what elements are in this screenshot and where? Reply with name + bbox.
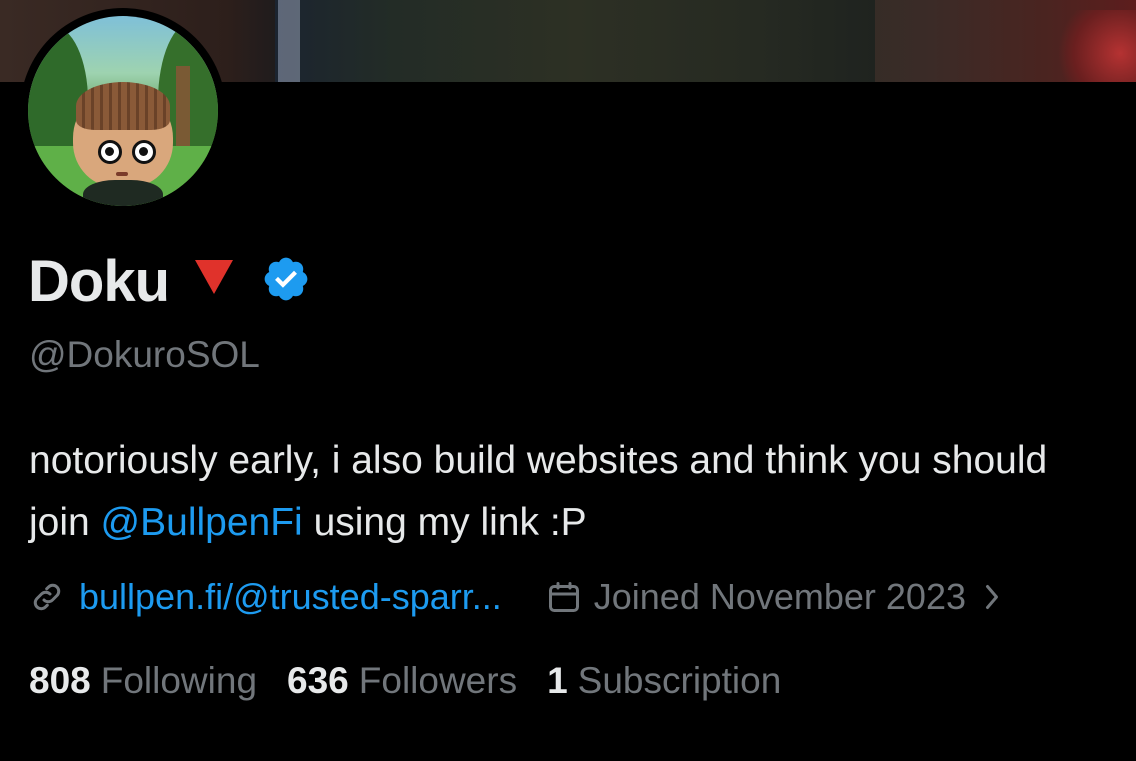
- following-label: Following: [100, 660, 258, 701]
- red-triangle-down-icon: [195, 260, 233, 294]
- subscription-stat[interactable]: 1 Subscription: [547, 660, 781, 702]
- followers-count: 636: [287, 660, 349, 701]
- name-row: Doku: [28, 246, 311, 316]
- profile-bio: notoriously early, i also build websites…: [29, 430, 1109, 554]
- verified-badge-icon[interactable]: [261, 254, 311, 304]
- profile-stats-row: 808 Following 636 Followers 1 Subscripti…: [29, 656, 811, 706]
- subscription-label: Subscription: [577, 660, 782, 701]
- subscription-count: 1: [547, 660, 568, 701]
- avatar-eye-left: [98, 140, 122, 164]
- link-icon: [29, 579, 65, 615]
- joined-date-group[interactable]: Joined November 2023: [546, 576, 1004, 618]
- banner-collar: [278, 0, 300, 82]
- profile-meta-row: bullpen.fi/@trusted-sparr... Joined Nove…: [29, 572, 1129, 622]
- bio-text-part2: using my link :P: [302, 501, 587, 544]
- profile-website-link[interactable]: bullpen.fi/@trusted-sparr...: [79, 576, 502, 618]
- profile-handle: @DokuroSOL: [29, 334, 260, 375]
- following-count: 808: [29, 660, 91, 701]
- calendar-icon: [546, 579, 582, 615]
- banner-red-accent: [1056, 10, 1136, 82]
- avatar-shirt: [83, 180, 163, 206]
- avatar-image: [28, 16, 218, 206]
- avatar-hair: [76, 82, 170, 130]
- profile-avatar[interactable]: [20, 8, 226, 214]
- followers-stat[interactable]: 636 Followers: [287, 660, 517, 702]
- bio-mention-link[interactable]: @BullpenFi: [101, 501, 303, 544]
- avatar-eye-right: [132, 140, 156, 164]
- display-name: Doku: [28, 248, 170, 314]
- avatar-mouth: [116, 172, 128, 176]
- followers-label: Followers: [358, 660, 518, 701]
- banner-figure: [275, 0, 875, 82]
- joined-date-text: Joined November 2023: [593, 576, 966, 617]
- chevron-right-icon: [980, 582, 1004, 612]
- following-stat[interactable]: 808 Following: [29, 660, 257, 702]
